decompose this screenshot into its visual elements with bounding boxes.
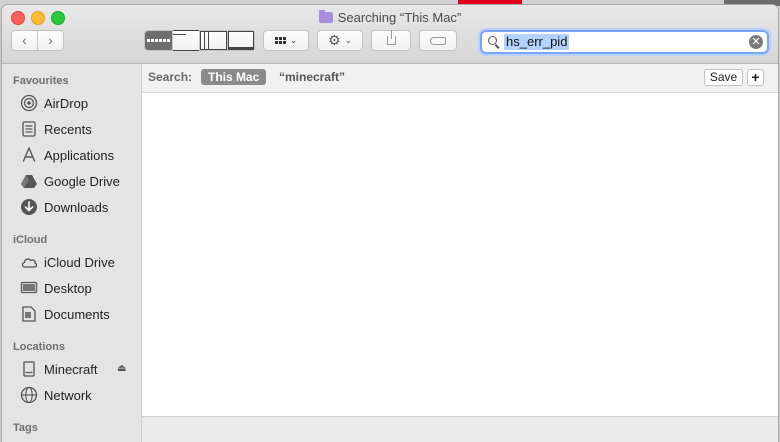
applications-icon bbox=[20, 146, 38, 164]
airdrop-icon bbox=[20, 94, 38, 112]
search-field[interactable]: hs_err_pid ✕ bbox=[480, 30, 769, 54]
sidebar-item-label: AirDrop bbox=[44, 95, 89, 111]
gallery-view-icon bbox=[227, 31, 254, 50]
scope-this-mac-button[interactable]: This Mac bbox=[201, 69, 267, 85]
network-icon bbox=[20, 386, 38, 404]
forward-button[interactable]: › bbox=[37, 31, 63, 50]
icon-view-button[interactable] bbox=[145, 31, 172, 50]
sidebar-item-label: Applications bbox=[44, 147, 115, 163]
disk-icon bbox=[20, 360, 38, 378]
window-title: Searching “This Mac” bbox=[2, 10, 778, 25]
chevron-down-icon: ⌄ bbox=[344, 35, 353, 45]
sidebar-item-recents[interactable]: Recents bbox=[20, 118, 92, 140]
toolbar: Searching “This Mac” ‹ › ⌄ ⚙ ⌄ hs_err_pi… bbox=[2, 5, 778, 64]
icon-view-icon bbox=[145, 31, 172, 50]
status-bar bbox=[142, 416, 778, 442]
sidebar-item-applications[interactable]: Applications bbox=[20, 144, 114, 166]
downloads-icon bbox=[20, 198, 38, 216]
group-by-button[interactable]: ⌄ bbox=[263, 30, 309, 51]
column-view-icon bbox=[200, 31, 227, 50]
google-drive-icon bbox=[20, 172, 38, 190]
sidebar-item-label: Documents bbox=[44, 306, 110, 322]
search-input-value[interactable]: hs_err_pid bbox=[504, 34, 570, 50]
search-icon bbox=[488, 36, 497, 45]
tags-button[interactable] bbox=[419, 30, 457, 51]
sidebar-section-favourites: Favourites bbox=[13, 75, 69, 87]
share-icon bbox=[386, 30, 396, 45]
sidebar-item-downloads[interactable]: Downloads bbox=[20, 196, 108, 218]
sidebar-item-label: Network bbox=[44, 387, 92, 403]
sidebar-item-desktop[interactable]: Desktop bbox=[20, 277, 92, 299]
sidebar-item-network[interactable]: Network bbox=[20, 384, 92, 406]
sidebar-section-tags: Tags bbox=[13, 422, 38, 434]
list-view-icon bbox=[172, 30, 199, 51]
search-results-area[interactable] bbox=[142, 93, 778, 416]
eject-icon[interactable]: ⏏ bbox=[117, 363, 126, 374]
back-button[interactable]: ‹ bbox=[12, 31, 37, 50]
sidebar-item-label: iCloud Drive bbox=[44, 254, 115, 270]
column-view-button[interactable] bbox=[199, 31, 227, 50]
sidebar-item-icloud-drive[interactable]: iCloud Drive bbox=[20, 251, 115, 273]
sidebar-item-label: Recents bbox=[44, 121, 92, 137]
sidebar-item-airdrop[interactable]: AirDrop bbox=[20, 92, 88, 114]
documents-icon bbox=[20, 305, 38, 323]
cloud-icon bbox=[20, 253, 38, 271]
view-mode-buttons bbox=[144, 30, 255, 51]
tag-icon bbox=[430, 36, 446, 45]
action-button[interactable]: ⚙ ⌄ bbox=[317, 30, 363, 51]
gear-icon: ⚙ bbox=[327, 32, 341, 48]
sidebar-section-locations: Locations bbox=[13, 341, 65, 353]
sidebar-item-minecraft[interactable]: Minecraft bbox=[20, 358, 97, 380]
chevron-down-icon: ⌄ bbox=[289, 35, 298, 45]
sidebar-item-documents[interactable]: Documents bbox=[20, 303, 110, 325]
sidebar: Favourites AirDrop Recents Applications … bbox=[2, 64, 142, 442]
gallery-view-button[interactable] bbox=[226, 31, 254, 50]
share-button[interactable] bbox=[371, 30, 411, 51]
group-icon bbox=[274, 37, 286, 44]
desktop-icon bbox=[20, 279, 38, 297]
recents-icon bbox=[20, 120, 38, 138]
sidebar-item-google-drive[interactable]: Google Drive bbox=[20, 170, 120, 192]
save-search-button[interactable]: Save bbox=[704, 69, 743, 86]
sidebar-item-label: Google Drive bbox=[44, 173, 120, 189]
sidebar-section-icloud: iCloud bbox=[13, 234, 48, 246]
finder-window: Searching “This Mac” ‹ › ⌄ ⚙ ⌄ hs_err_pi… bbox=[2, 5, 778, 442]
add-criteria-button[interactable]: + bbox=[747, 69, 764, 86]
smart-folder-icon bbox=[318, 10, 333, 23]
sidebar-item-label: Minecraft bbox=[44, 361, 98, 377]
sidebar-item-label: Desktop bbox=[44, 280, 92, 296]
sidebar-item-label: Downloads bbox=[44, 199, 109, 215]
list-view-button[interactable] bbox=[171, 30, 199, 51]
scope-label: Search: bbox=[148, 70, 193, 84]
search-scope-bar: Search: This Mac “minecraft” Save + bbox=[142, 64, 778, 93]
navigation-buttons: ‹ › bbox=[11, 30, 64, 51]
clear-search-icon[interactable]: ✕ bbox=[749, 35, 763, 49]
scope-folder-button[interactable]: “minecraft” bbox=[279, 70, 345, 84]
